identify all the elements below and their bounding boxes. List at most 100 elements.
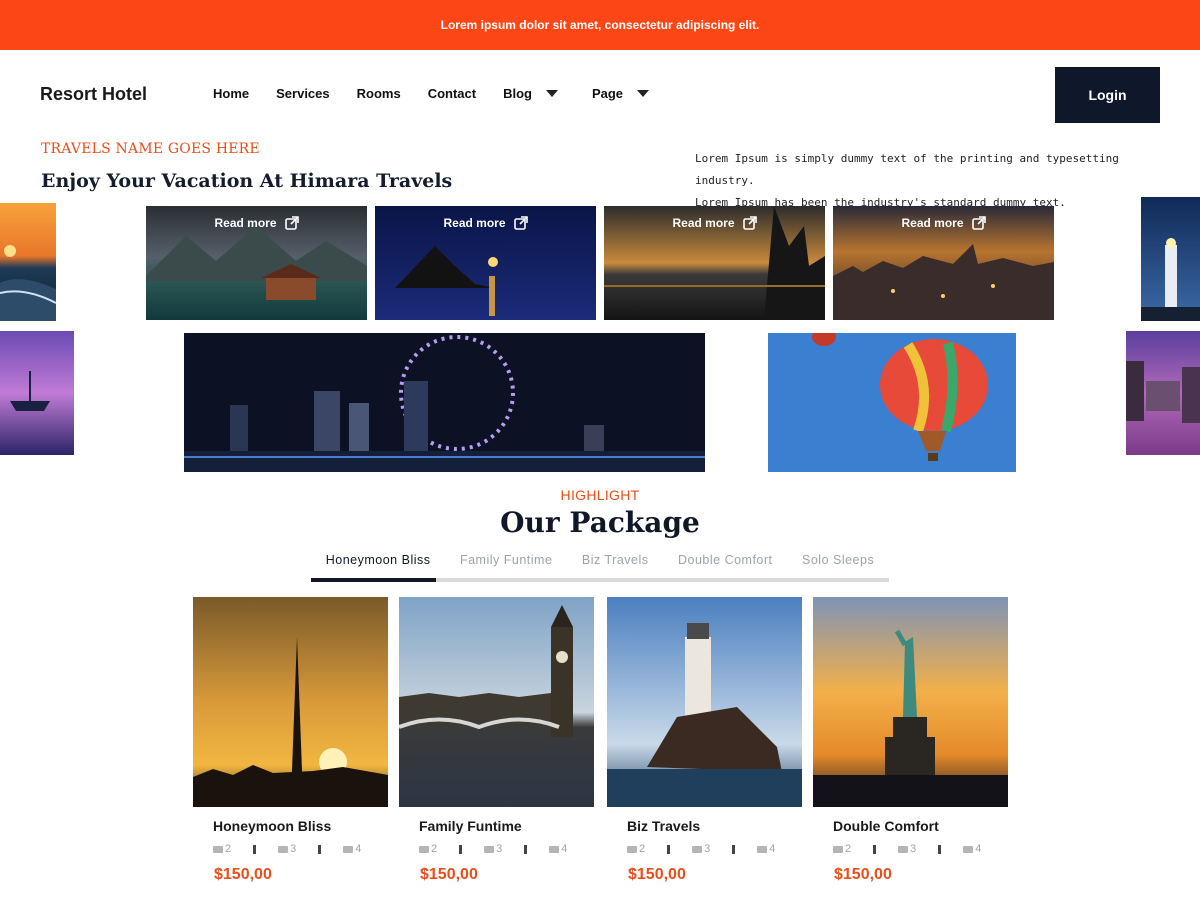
- divider: [524, 844, 528, 854]
- gallery-photo-sunset-reeds[interactable]: Read more: [604, 206, 825, 320]
- guests-icon: [757, 845, 768, 853]
- package-price: $150,00: [420, 866, 478, 883]
- hero-headline: Enjoy Your Vacation At Himara Travels: [41, 170, 453, 192]
- hero-kicker: TRAVELS NAME GOES HERE: [41, 141, 260, 157]
- login-button[interactable]: Login: [1055, 67, 1160, 123]
- intro-line: Lorem Ipsum is simply dummy text of the …: [695, 152, 1119, 187]
- main-nav: Home Services Rooms Contact Blog Page: [213, 86, 650, 101]
- divider: [459, 844, 463, 854]
- nav-item-services[interactable]: Services: [276, 86, 330, 101]
- read-more-label: Read more: [214, 216, 277, 230]
- package-price: $150,00: [628, 866, 686, 883]
- baths-count: 3: [910, 843, 917, 855]
- bed-icon: [419, 845, 429, 853]
- bath-icon: [692, 845, 703, 853]
- baths-count: 3: [704, 843, 711, 855]
- gallery-photo-hot-air-balloon: [768, 333, 1016, 472]
- guests-icon: [963, 845, 974, 853]
- bed-icon: [213, 845, 223, 853]
- nav-label: Rooms: [356, 86, 401, 101]
- gallery-photo-city-night[interactable]: Read more: [833, 206, 1054, 320]
- read-more-label: Read more: [672, 216, 735, 230]
- nav-item-rooms[interactable]: Rooms: [357, 86, 401, 101]
- announcement-bar: Lorem ipsum dolor sit amet, consectetur …: [0, 0, 1200, 50]
- package-image-burj-sunset[interactable]: [193, 597, 388, 807]
- external-link-icon: [284, 216, 299, 230]
- divider: [938, 844, 942, 854]
- package-tabs: Honeymoon Bliss Family Funtime Biz Trave…: [311, 553, 889, 567]
- nav-item-home[interactable]: Home: [213, 86, 249, 101]
- package-meta: 2 3 4: [419, 843, 594, 855]
- package-title: Double Comfort: [833, 818, 939, 834]
- nav-label: Services: [276, 86, 330, 101]
- tab-underline-track: [311, 578, 889, 582]
- divider: [253, 844, 257, 854]
- tab-solo-sleeps[interactable]: Solo Sleeps: [802, 553, 874, 567]
- package-image-lighthouse-rock[interactable]: [607, 597, 802, 807]
- bed-icon: [833, 845, 843, 853]
- side-photo-lighthouse-night: [1141, 197, 1200, 321]
- read-more-link[interactable]: Read more: [375, 216, 596, 230]
- baths-count: 3: [496, 843, 503, 855]
- section-title: Our Package: [500, 506, 700, 539]
- section-kicker: HIGHLIGHT: [560, 487, 640, 503]
- package-meta: 2 3 4: [833, 843, 1008, 855]
- bed-icon: [627, 845, 637, 853]
- announcement-text: Lorem ipsum dolor sit amet, consectetur …: [440, 18, 760, 32]
- package-image-big-ben[interactable]: [399, 597, 594, 807]
- divider: [667, 844, 671, 854]
- nav-item-page[interactable]: Page: [591, 86, 650, 101]
- package-meta: 2 3 4: [627, 843, 802, 855]
- external-link-icon: [513, 216, 528, 230]
- read-more-link[interactable]: Read more: [146, 216, 367, 230]
- tab-double-comfort[interactable]: Double Comfort: [678, 553, 773, 567]
- bath-icon: [898, 845, 909, 853]
- nav-item-contact[interactable]: Contact: [428, 86, 476, 101]
- nav-label: Blog: [503, 86, 532, 101]
- tab-underline-active: [311, 578, 436, 582]
- baths-count: 3: [290, 843, 297, 855]
- guests-icon: [343, 845, 354, 853]
- guests-count: 4: [561, 843, 568, 855]
- tab-honeymoon-bliss[interactable]: Honeymoon Bliss: [326, 553, 431, 567]
- package-card[interactable]: Family Funtime 2 3 4 $150,00: [399, 597, 594, 884]
- side-photo-boat-lake: [0, 331, 74, 455]
- gallery-photo-ferris-wheel-skyline: [184, 333, 705, 472]
- nav-label: Contact: [427, 86, 477, 101]
- beds-count: 2: [225, 843, 232, 855]
- read-more-label: Read more: [443, 216, 506, 230]
- read-more-label: Read more: [901, 216, 964, 230]
- bath-icon: [484, 845, 495, 853]
- beds-count: 2: [639, 843, 646, 855]
- divider: [873, 844, 877, 854]
- side-photo-canal-city: [1126, 331, 1200, 455]
- package-price: $150,00: [214, 866, 272, 883]
- guests-count: 4: [355, 843, 362, 855]
- package-title: Family Funtime: [419, 818, 522, 834]
- beds-count: 2: [845, 843, 852, 855]
- nav-label: Page: [591, 86, 624, 101]
- chevron-down-icon: [637, 90, 650, 97]
- guests-count: 4: [769, 843, 776, 855]
- read-more-link[interactable]: Read more: [833, 216, 1054, 230]
- gallery-photo-moon-island[interactable]: Read more: [375, 206, 596, 320]
- guests-icon: [549, 845, 560, 853]
- package-card[interactable]: Biz Travels 2 3 4 $150,00: [607, 597, 802, 884]
- tab-biz-travels[interactable]: Biz Travels: [582, 553, 649, 567]
- bath-icon: [278, 845, 289, 853]
- package-card[interactable]: Honeymoon Bliss 2 3 4 $150,00: [193, 597, 388, 884]
- read-more-link[interactable]: Read more: [604, 216, 825, 230]
- package-meta: 2 3 4: [213, 843, 388, 855]
- package-title: Honeymoon Bliss: [213, 818, 332, 834]
- divider: [732, 844, 736, 854]
- site-logo[interactable]: Resort Hotel: [40, 84, 147, 105]
- side-photo-sunset-sea: [0, 203, 56, 321]
- external-link-icon: [971, 216, 986, 230]
- package-card[interactable]: Double Comfort 2 3 4 $150,00: [813, 597, 1008, 884]
- package-image-statue-of-liberty[interactable]: [813, 597, 1008, 807]
- gallery-photo-mountain-lake[interactable]: Read more: [146, 206, 367, 320]
- nav-item-blog[interactable]: Blog: [503, 86, 558, 101]
- beds-count: 2: [431, 843, 438, 855]
- divider: [318, 844, 322, 854]
- tab-family-funtime[interactable]: Family Funtime: [460, 553, 552, 567]
